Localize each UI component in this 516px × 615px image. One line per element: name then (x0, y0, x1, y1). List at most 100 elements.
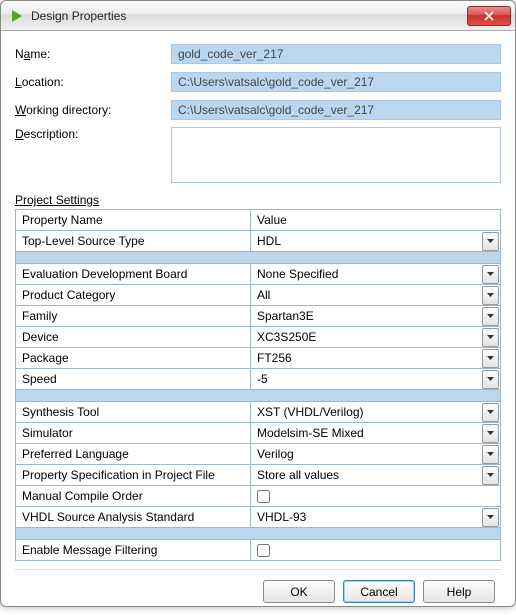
row-manual-compile-order: Manual Compile Order (16, 486, 501, 507)
value-cell[interactable]: VHDL-93 (251, 507, 500, 527)
value-text: None Specified (251, 267, 482, 281)
value-cell[interactable]: Modelsim-SE Mixed (251, 423, 500, 443)
dropdown-button[interactable] (482, 403, 499, 422)
location-field[interactable] (171, 72, 501, 92)
value-cell[interactable]: Store all values (251, 465, 500, 485)
spacer-row (16, 252, 501, 264)
value-text: HDL (251, 234, 482, 248)
value-cell[interactable]: Spartan3E (251, 306, 500, 326)
dropdown-button[interactable] (482, 307, 499, 326)
table-header-row: Property Name Value (16, 210, 501, 231)
value-text: All (251, 288, 482, 302)
prop-name: Package (16, 348, 251, 369)
row-speed: Speed -5 (16, 369, 501, 390)
titlebar: Design Properties (1, 1, 515, 31)
close-button[interactable] (467, 6, 511, 26)
working-directory-row: Working directory: (15, 99, 501, 121)
value-cell[interactable]: FT256 (251, 348, 500, 368)
value-cell (251, 486, 500, 506)
value-text: XST (VHDL/Verilog) (251, 405, 482, 419)
close-icon (484, 11, 494, 21)
value-text: Verilog (251, 447, 482, 461)
chevron-down-icon (487, 272, 494, 276)
value-text: VHDL-93 (251, 510, 482, 524)
dropdown-button[interactable] (482, 445, 499, 464)
prop-name: Synthesis Tool (16, 402, 251, 423)
prop-name: Simulator (16, 423, 251, 444)
chevron-down-icon (487, 377, 494, 381)
col-value: Value (251, 210, 501, 231)
dropdown-button[interactable] (482, 328, 499, 347)
description-row: Description: (15, 127, 501, 183)
prop-name: Family (16, 306, 251, 327)
col-property-name: Property Name (16, 210, 251, 231)
row-product-category: Product Category All (16, 285, 501, 306)
chevron-down-icon (487, 452, 494, 456)
value-text: -5 (251, 372, 482, 386)
value-cell[interactable]: XC3S250E (251, 327, 500, 347)
row-enable-message-filtering: Enable Message Filtering (16, 540, 501, 561)
row-synthesis-tool: Synthesis Tool XST (VHDL/Verilog) (16, 402, 501, 423)
prop-name: Top-Level Source Type (16, 231, 251, 252)
value-cell[interactable]: None Specified (251, 264, 500, 284)
prop-name: Evaluation Development Board (16, 264, 251, 285)
prop-name: VHDL Source Analysis Standard (16, 507, 251, 528)
name-field[interactable] (171, 44, 501, 64)
description-field[interactable] (171, 127, 501, 183)
chevron-down-icon (487, 410, 494, 414)
button-row: OK Cancel Help (15, 569, 501, 607)
name-label: Name: (15, 47, 171, 61)
ok-button[interactable]: OK (263, 580, 335, 603)
prop-name: Speed (16, 369, 251, 390)
value-cell[interactable]: XST (VHDL/Verilog) (251, 402, 500, 422)
help-button[interactable]: Help (423, 580, 495, 603)
dropdown-button[interactable] (482, 265, 499, 284)
prop-name: Enable Message Filtering (16, 540, 251, 561)
value-text: Spartan3E (251, 309, 482, 323)
row-simulator: Simulator Modelsim-SE Mixed (16, 423, 501, 444)
dropdown-button[interactable] (482, 508, 499, 527)
prop-name: Product Category (16, 285, 251, 306)
value-text: FT256 (251, 351, 482, 365)
row-package: Package FT256 (16, 348, 501, 369)
dropdown-button[interactable] (482, 349, 499, 368)
message-filtering-checkbox[interactable] (257, 544, 270, 557)
spacer-row (16, 390, 501, 402)
dropdown-button[interactable] (482, 286, 499, 305)
chevron-down-icon (487, 293, 494, 297)
app-icon (9, 8, 25, 24)
manual-compile-checkbox[interactable] (257, 490, 270, 503)
value-cell[interactable]: HDL (251, 231, 500, 251)
project-settings-table: Property Name Value Top-Level Source Typ… (15, 209, 501, 561)
window-title: Design Properties (31, 9, 467, 23)
value-cell[interactable]: -5 (251, 369, 500, 389)
dropdown-button[interactable] (482, 370, 499, 389)
row-device: Device XC3S250E (16, 327, 501, 348)
row-preferred-language: Preferred Language Verilog (16, 444, 501, 465)
value-cell[interactable]: All (251, 285, 500, 305)
spacer-row (16, 528, 501, 540)
row-evaluation-board: Evaluation Development Board None Specif… (16, 264, 501, 285)
prop-name: Manual Compile Order (16, 486, 251, 507)
value-cell[interactable]: Verilog (251, 444, 500, 464)
location-row: Location: (15, 71, 501, 93)
dropdown-button[interactable] (482, 466, 499, 485)
value-text: Store all values (251, 468, 482, 482)
description-label: Description: (15, 127, 171, 141)
chevron-down-icon (487, 515, 494, 519)
dropdown-button[interactable] (482, 232, 499, 251)
cancel-button[interactable]: Cancel (343, 580, 415, 603)
chevron-down-icon (487, 239, 494, 243)
dropdown-button[interactable] (482, 424, 499, 443)
chevron-down-icon (487, 335, 494, 339)
name-row: Name: (15, 43, 501, 65)
row-vhdl-source-analysis-standard: VHDL Source Analysis Standard VHDL-93 (16, 507, 501, 528)
working-directory-field[interactable] (171, 100, 501, 120)
chevron-down-icon (487, 314, 494, 318)
row-family: Family Spartan3E (16, 306, 501, 327)
value-cell (251, 540, 500, 560)
location-label: Location: (15, 75, 171, 89)
chevron-down-icon (487, 356, 494, 360)
chevron-down-icon (487, 473, 494, 477)
row-top-level-source-type: Top-Level Source Type HDL (16, 231, 501, 252)
